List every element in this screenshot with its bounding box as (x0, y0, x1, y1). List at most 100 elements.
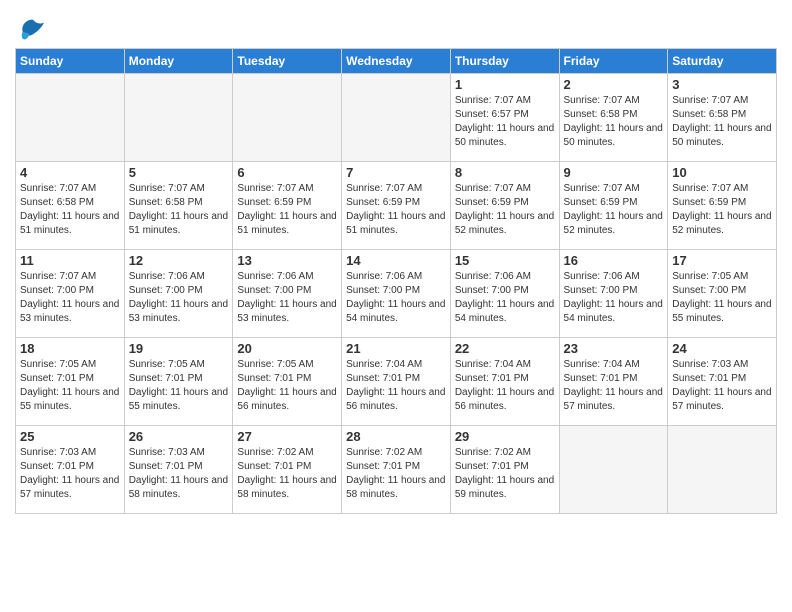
day-info: Sunrise: 7:05 AMSunset: 7:01 PMDaylight:… (129, 358, 229, 414)
calendar-day-cell: 2 Sunrise: 7:07 AMSunset: 6:58 PMDaylight… (559, 74, 668, 162)
day-info: Sunrise: 7:07 AMSunset: 6:59 PMDaylight:… (237, 182, 337, 238)
day-number: 22 (455, 341, 555, 356)
day-info: Sunrise: 7:02 AMSunset: 7:01 PMDaylight:… (346, 446, 446, 502)
day-number: 19 (129, 341, 229, 356)
day-info: Sunrise: 7:05 AMSunset: 7:01 PMDaylight:… (20, 358, 120, 414)
day-number: 8 (455, 165, 555, 180)
day-info: Sunrise: 7:02 AMSunset: 7:01 PMDaylight:… (455, 446, 555, 502)
day-info: Sunrise: 7:04 AMSunset: 7:01 PMDaylight:… (564, 358, 664, 414)
calendar-day-cell: 10 Sunrise: 7:07 AMSunset: 6:59 PMDayligh… (668, 162, 777, 250)
day-number: 12 (129, 253, 229, 268)
calendar-day-cell: 4 Sunrise: 7:07 AMSunset: 6:58 PMDaylight… (16, 162, 125, 250)
calendar-day-cell: 26 Sunrise: 7:03 AMSunset: 7:01 PMDayligh… (124, 426, 233, 514)
calendar-day-cell (668, 426, 777, 514)
day-number: 28 (346, 429, 446, 444)
day-number: 26 (129, 429, 229, 444)
day-info: Sunrise: 7:06 AMSunset: 7:00 PMDaylight:… (237, 270, 337, 326)
day-info: Sunrise: 7:07 AMSunset: 6:59 PMDaylight:… (564, 182, 664, 238)
day-of-week-header: Wednesday (342, 49, 451, 74)
calendar-day-cell (342, 74, 451, 162)
day-info: Sunrise: 7:07 AMSunset: 7:00 PMDaylight:… (20, 270, 120, 326)
day-number: 13 (237, 253, 337, 268)
day-info: Sunrise: 7:07 AMSunset: 6:59 PMDaylight:… (346, 182, 446, 238)
calendar-day-cell: 16 Sunrise: 7:06 AMSunset: 7:00 PMDayligh… (559, 250, 668, 338)
day-number: 6 (237, 165, 337, 180)
day-number: 27 (237, 429, 337, 444)
day-number: 11 (20, 253, 120, 268)
calendar-day-cell: 14Sunrise: 7:06 AMSunset: 7:00 PMDayligh… (342, 250, 451, 338)
day-info: Sunrise: 7:03 AMSunset: 7:01 PMDaylight:… (672, 358, 772, 414)
day-number: 3 (672, 77, 772, 92)
calendar-day-cell: 18 Sunrise: 7:05 AMSunset: 7:01 PMDayligh… (16, 338, 125, 426)
calendar-week-row: 1 Sunrise: 7:07 AMSunset: 6:57 PMDaylight… (16, 74, 777, 162)
day-info: Sunrise: 7:07 AMSunset: 6:59 PMDaylight:… (672, 182, 772, 238)
day-number: 15 (455, 253, 555, 268)
day-number: 25 (20, 429, 120, 444)
day-info: Sunrise: 7:07 AMSunset: 6:58 PMDaylight:… (129, 182, 229, 238)
day-of-week-header: Tuesday (233, 49, 342, 74)
calendar-day-cell: 19 Sunrise: 7:05 AMSunset: 7:01 PMDayligh… (124, 338, 233, 426)
calendar-day-cell: 1 Sunrise: 7:07 AMSunset: 6:57 PMDaylight… (450, 74, 559, 162)
calendar-day-cell: 25Sunrise: 7:03 AMSunset: 7:01 PMDayligh… (16, 426, 125, 514)
calendar-day-cell: 5 Sunrise: 7:07 AMSunset: 6:58 PMDaylight… (124, 162, 233, 250)
calendar-week-row: 25 Sunrise: 7:03 AMSunset: 7:01 PMDayligh… (16, 426, 777, 514)
calendar-day-cell: 15Sunrise: 7:06 AMSunset: 7:00 PMDayligh… (450, 250, 559, 338)
day-info: Sunrise: 7:03 AMSunset: 7:01 PMDaylight:… (129, 446, 229, 502)
day-number: 24 (672, 341, 772, 356)
day-number: 7 (346, 165, 446, 180)
day-info: Sunrise: 7:06 AMSunset: 7:00 PMDaylight:… (129, 270, 229, 326)
day-info: Sunrise: 7:07 AMSunset: 6:58 PMDaylight:… (672, 94, 772, 150)
page-container: SundayMondayTuesdayWednesdayThursdayFrid… (0, 0, 792, 519)
day-number: 16 (564, 253, 664, 268)
calendar-week-row: 11 Sunrise: 7:07 AMSunset: 7:00 PMDayligh… (16, 250, 777, 338)
calendar-day-cell: 27Sunrise: 7:02 AMSunset: 7:01 PMDayligh… (233, 426, 342, 514)
calendar-day-cell: 8 Sunrise: 7:07 AMSunset: 6:59 PMDaylight… (450, 162, 559, 250)
day-number: 18 (20, 341, 120, 356)
day-number: 17 (672, 253, 772, 268)
calendar-day-cell: 24 Sunrise: 7:03 AMSunset: 7:01 PMDayligh… (668, 338, 777, 426)
calendar-day-cell: 23 Sunrise: 7:04 AMSunset: 7:01 PMDayligh… (559, 338, 668, 426)
day-info: Sunrise: 7:05 AMSunset: 7:00 PMDaylight:… (672, 270, 772, 326)
day-info: Sunrise: 7:05 AMSunset: 7:01 PMDaylight:… (237, 358, 337, 414)
day-number: 10 (672, 165, 772, 180)
day-info: Sunrise: 7:06 AMSunset: 7:00 PMDaylight:… (346, 270, 446, 326)
day-of-week-header: Sunday (16, 49, 125, 74)
calendar-day-cell: 20 Sunrise: 7:05 AMSunset: 7:01 PMDayligh… (233, 338, 342, 426)
calendar-day-cell: 29Sunrise: 7:02 AMSunset: 7:01 PMDayligh… (450, 426, 559, 514)
calendar-day-cell: 3 Sunrise: 7:07 AMSunset: 6:58 PMDaylight… (668, 74, 777, 162)
day-info: Sunrise: 7:04 AMSunset: 7:01 PMDaylight:… (346, 358, 446, 414)
day-number: 1 (455, 77, 555, 92)
day-info: Sunrise: 7:04 AMSunset: 7:01 PMDaylight:… (455, 358, 555, 414)
calendar-day-cell: 17 Sunrise: 7:05 AMSunset: 7:00 PMDayligh… (668, 250, 777, 338)
day-of-week-header: Saturday (668, 49, 777, 74)
calendar-day-cell: 28 Sunrise: 7:02 AMSunset: 7:01 PMDayligh… (342, 426, 451, 514)
day-number: 5 (129, 165, 229, 180)
day-info: Sunrise: 7:07 AMSunset: 6:58 PMDaylight:… (564, 94, 664, 150)
calendar-day-cell: 7 Sunrise: 7:07 AMSunset: 6:59 PMDaylight… (342, 162, 451, 250)
calendar-day-cell (124, 74, 233, 162)
day-number: 21 (346, 341, 446, 356)
calendar-week-row: 4 Sunrise: 7:07 AMSunset: 6:58 PMDaylight… (16, 162, 777, 250)
day-of-week-header: Monday (124, 49, 233, 74)
calendar-day-cell: 22 Sunrise: 7:04 AMSunset: 7:01 PMDayligh… (450, 338, 559, 426)
calendar-day-cell (233, 74, 342, 162)
calendar-day-cell: 6 Sunrise: 7:07 AMSunset: 6:59 PMDaylight… (233, 162, 342, 250)
day-number: 4 (20, 165, 120, 180)
day-number: 20 (237, 341, 337, 356)
calendar-week-row: 18 Sunrise: 7:05 AMSunset: 7:01 PMDayligh… (16, 338, 777, 426)
day-info: Sunrise: 7:07 AMSunset: 6:57 PMDaylight:… (455, 94, 555, 150)
calendar-header-row: SundayMondayTuesdayWednesdayThursdayFrid… (16, 49, 777, 74)
calendar-day-cell: 11 Sunrise: 7:07 AMSunset: 7:00 PMDayligh… (16, 250, 125, 338)
calendar-day-cell: 12 Sunrise: 7:06 AMSunset: 7:00 PMDayligh… (124, 250, 233, 338)
calendar-day-cell (16, 74, 125, 162)
calendar-day-cell: 9 Sunrise: 7:07 AMSunset: 6:59 PMDaylight… (559, 162, 668, 250)
day-info: Sunrise: 7:06 AMSunset: 7:00 PMDaylight:… (564, 270, 664, 326)
header (15, 10, 777, 43)
day-info: Sunrise: 7:07 AMSunset: 6:58 PMDaylight:… (20, 182, 120, 238)
day-number: 2 (564, 77, 664, 92)
logo-bird-icon (18, 15, 46, 43)
day-number: 9 (564, 165, 664, 180)
calendar-day-cell: 21 Sunrise: 7:04 AMSunset: 7:01 PMDayligh… (342, 338, 451, 426)
day-info: Sunrise: 7:07 AMSunset: 6:59 PMDaylight:… (455, 182, 555, 238)
day-number: 23 (564, 341, 664, 356)
